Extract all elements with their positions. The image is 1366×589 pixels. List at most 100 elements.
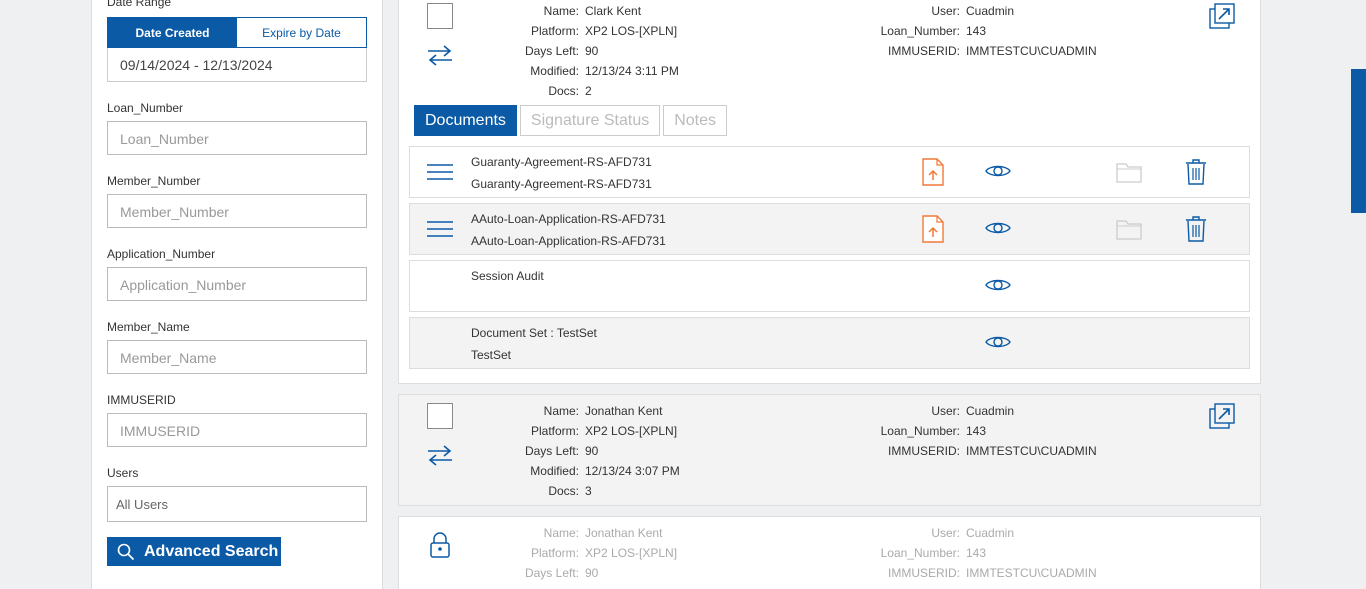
user-key: User: <box>931 4 960 18</box>
docs-key: Docs: <box>548 484 579 498</box>
platform-key: Platform: <box>530 424 579 438</box>
package-card-locked: Name: Jonathan Kent Platform: XP2 LOS-[XPL… <box>398 516 1261 589</box>
platform-key: Platform: <box>530 546 579 560</box>
immuserid-value: IMMTESTCU\CUADMIN <box>966 44 1097 58</box>
card-tabs: Documents Signature Status Notes <box>414 105 730 136</box>
advanced-search-button[interactable]: Advanced Search <box>107 537 281 566</box>
package-card: Name: Clark Kent Platform: XP2 LOS-[XPLN] … <box>398 0 1261 384</box>
member-name-input[interactable]: Member_Name <box>107 340 367 374</box>
view-icon[interactable] <box>985 334 1011 350</box>
users-select[interactable]: All Users <box>107 486 367 522</box>
days-left-value: 90 <box>585 566 599 580</box>
name-value: Clark Kent <box>585 4 642 18</box>
date-created-toggle[interactable]: Date Created <box>108 18 237 47</box>
name-key: Name: <box>543 4 579 18</box>
drag-handle-icon[interactable] <box>427 163 453 181</box>
loan-number-label: Loan_Number <box>107 101 184 115</box>
docs-value: 3 <box>585 484 592 498</box>
member-name-label: Member_Name <box>107 320 190 334</box>
folder-icon[interactable] <box>1116 161 1142 183</box>
immuserid-key: IMMUSERID: <box>888 566 960 580</box>
loan-number-input[interactable]: Loan_Number <box>107 121 367 155</box>
advanced-search-sidebar: Date Range Date Created Expire by Date 0… <box>91 0 383 589</box>
user-value: Cuadmin <box>966 526 1015 540</box>
platform-key: Platform: <box>530 24 579 38</box>
external-link-icon[interactable] <box>1209 403 1235 429</box>
package-info: Name: Jonathan Kent Platform: XP2 LOS-[XPL… <box>399 523 677 583</box>
days-left-key: Days Left: <box>524 566 579 580</box>
tab-signature-status[interactable]: Signature Status <box>519 105 661 136</box>
document-title: Session Audit <box>471 269 544 283</box>
package-info: Name: Jonathan Kent Platform: XP2 LOS-[XPL… <box>399 401 680 501</box>
external-link-icon[interactable] <box>1209 3 1235 29</box>
loan-number-key: Loan_Number: <box>880 546 960 560</box>
date-range-label: Date Range <box>107 0 172 9</box>
immuserid-key: IMMUSERID: <box>888 44 960 58</box>
name-key: Name: <box>543 526 579 540</box>
view-icon[interactable] <box>985 220 1011 236</box>
tab-documents[interactable]: Documents <box>414 105 517 136</box>
upload-file-icon[interactable] <box>922 215 944 243</box>
date-mode-toggle: Date Created Expire by Date <box>107 17 367 48</box>
loan-number-key: Loan_Number: <box>880 424 960 438</box>
days-left-key: Days Left: <box>524 44 579 58</box>
user-value: Cuadmin <box>966 4 1015 18</box>
trash-icon[interactable] <box>1185 215 1207 242</box>
docs-key: Docs: <box>548 84 579 98</box>
document-title: Document Set : TestSet TestSet <box>471 326 597 362</box>
days-left-value: 90 <box>585 444 599 458</box>
immuserid-input[interactable]: IMMUSERID <box>107 413 367 447</box>
modified-value: 12/13/24 3:11 PM <box>585 64 679 78</box>
member-number-input[interactable]: Member_Number <box>107 194 367 228</box>
immuserid-label: IMMUSERID <box>107 393 176 407</box>
days-left-value: 90 <box>585 44 599 58</box>
platform-value: XP2 LOS-[XPLN] <box>585 424 678 438</box>
application-number-input[interactable]: Application_Number <box>107 267 367 301</box>
name-value: Jonathan Kent <box>585 526 663 540</box>
user-info: User: Cuadmin Loan_Number: 143 IMMUSERID: I… <box>803 1 1097 61</box>
user-key: User: <box>931 526 960 540</box>
name-value: Jonathan Kent <box>585 404 663 418</box>
document-row: Guaranty-Agreement-RS-AFD731 Guaranty-Agr… <box>409 146 1250 198</box>
loan-number-value: 143 <box>966 546 987 560</box>
tab-notes[interactable]: Notes <box>663 105 728 136</box>
view-icon[interactable] <box>985 277 1011 293</box>
immuserid-value: IMMTESTCU\CUADMIN <box>966 444 1097 458</box>
user-info: User: Cuadmin Loan_Number: 143 IMMUSERID: I… <box>803 401 1097 461</box>
advanced-search-label: Advanced Search <box>144 542 279 560</box>
document-title: Guaranty-Agreement-RS-AFD731 Guaranty-Agr… <box>471 155 652 191</box>
document-row: Document Set : TestSet TestSet <box>409 317 1250 369</box>
document-row: Session Audit <box>409 260 1250 312</box>
document-title: AAuto-Loan-Application-RS-AFD731 AAuto-Lo… <box>471 212 666 248</box>
drag-handle-icon[interactable] <box>427 220 453 238</box>
trash-icon[interactable] <box>1185 158 1207 185</box>
package-card: Name: Jonathan Kent Platform: XP2 LOS-[XPL… <box>398 394 1261 506</box>
search-icon <box>117 543 135 560</box>
package-info: Name: Clark Kent Platform: XP2 LOS-[XPLN] … <box>399 1 679 101</box>
modified-value: 12/13/24 3:07 PM <box>585 464 680 478</box>
modified-key: Modified: <box>530 64 579 78</box>
name-key: Name: <box>543 404 579 418</box>
users-label: Users <box>107 466 139 480</box>
loan-number-value: 143 <box>966 24 987 38</box>
modified-key: Modified: <box>530 464 579 478</box>
application-number-label: Application_Number <box>107 247 216 261</box>
immuserid-key: IMMUSERID: <box>888 444 960 458</box>
right-edge-tab[interactable] <box>1351 69 1366 213</box>
docs-value: 2 <box>585 84 592 98</box>
member-number-label: Member_Number <box>107 174 201 188</box>
loan-number-key: Loan_Number: <box>880 24 960 38</box>
platform-value: XP2 LOS-[XPLN] <box>585 24 678 38</box>
date-range-input[interactable]: 09/14/2024 - 12/13/2024 <box>107 48 367 82</box>
platform-value: XP2 LOS-[XPLN] <box>585 546 678 560</box>
days-left-key: Days Left: <box>524 444 579 458</box>
folder-icon[interactable] <box>1116 218 1142 240</box>
immuserid-value: IMMTESTCU\CUADMIN <box>966 566 1097 580</box>
expire-by-date-toggle[interactable]: Expire by Date <box>237 18 366 47</box>
user-key: User: <box>931 404 960 418</box>
document-row: AAuto-Loan-Application-RS-AFD731 AAuto-Lo… <box>409 203 1250 255</box>
view-icon[interactable] <box>985 163 1011 179</box>
user-info: User: Cuadmin Loan_Number: 143 IMMUSERID: I… <box>803 523 1097 583</box>
loan-number-value: 143 <box>966 424 987 438</box>
upload-file-icon[interactable] <box>922 158 944 186</box>
